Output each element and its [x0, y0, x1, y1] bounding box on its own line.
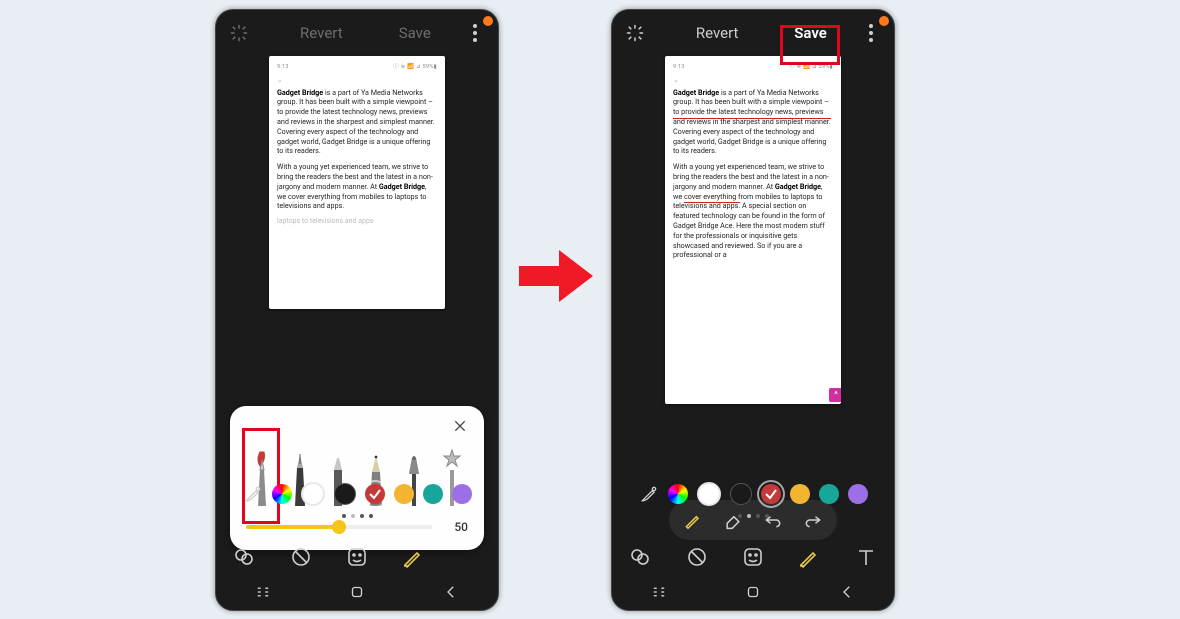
- color-rainbow[interactable]: [272, 484, 292, 504]
- doc-paragraph-2: With a young yet experienced team, we st…: [673, 162, 833, 260]
- brush-size-value: 50: [442, 520, 468, 534]
- revert-button[interactable]: Revert: [290, 18, 353, 48]
- eyedropper-icon[interactable]: [639, 484, 659, 504]
- color-red[interactable]: [365, 484, 385, 504]
- home-button[interactable]: [348, 583, 366, 601]
- chevron-down-icon: ⌄: [673, 76, 833, 86]
- color-black[interactable]: [730, 483, 752, 505]
- text-icon[interactable]: [854, 545, 878, 569]
- loading-spinner-icon: [620, 18, 650, 48]
- document-preview: 9:13 ⓘ ≋ 📶 ⊿ 59%▮ ⌄ Gadget Bridge is a pa…: [269, 56, 445, 309]
- notification-badge: [482, 15, 494, 27]
- doc-paragraph-1: Gadget Bridge is a part of Ya Media Netw…: [673, 88, 833, 157]
- draw-icon[interactable]: [797, 545, 821, 569]
- phone-right: Revert Save 9:13ⓘ ≋ 📶 ⊿ 59%▮ ⌄ Gadget Br…: [611, 9, 895, 611]
- page-indicator: [216, 514, 498, 518]
- more-options-button[interactable]: [460, 18, 490, 48]
- status-time: 9:13: [673, 63, 685, 73]
- scroll-top-button[interactable]: ^: [829, 388, 841, 402]
- save-button[interactable]: Save: [389, 18, 441, 48]
- editor-bottom-nav: [216, 540, 498, 574]
- draw-icon[interactable]: [401, 545, 425, 569]
- color-teal[interactable]: [423, 484, 443, 504]
- status-time: 9:13: [277, 63, 289, 73]
- color-palette: [216, 482, 498, 506]
- recents-button[interactable]: [254, 583, 272, 601]
- android-nav-bar: [216, 578, 498, 606]
- android-nav-bar: [612, 578, 894, 606]
- filter-icon[interactable]: [289, 545, 313, 569]
- status-right: ⓘ ≋ 📶 ⊿ 59%▮: [393, 63, 437, 73]
- arrow-icon: [519, 248, 593, 304]
- eraser-tool[interactable]: [719, 506, 747, 534]
- color-red[interactable]: [761, 484, 781, 504]
- document-preview: 9:13ⓘ ≋ 📶 ⊿ 59%▮ ⌄ Gadget Bridge is a pa…: [665, 56, 841, 404]
- notification-badge: [878, 15, 890, 27]
- highlight-box-save: [780, 25, 840, 65]
- pencil-tool[interactable]: [679, 506, 707, 534]
- doc-paragraph-2: With a young yet experienced team, we st…: [277, 162, 437, 211]
- screenshot-canvas: { "topbar": { "revert_label": "Revert", …: [0, 0, 1180, 619]
- sticker-icon[interactable]: [345, 545, 369, 569]
- more-options-button[interactable]: [856, 18, 886, 48]
- layers-icon[interactable]: [628, 545, 652, 569]
- editor-canvas[interactable]: 9:13ⓘ ≋ 📶 ⊿ 59%▮ ⌄ Gadget Bridge is a pa…: [612, 56, 894, 456]
- color-white[interactable]: [301, 482, 325, 506]
- loading-spinner-icon: [224, 18, 254, 48]
- highlight-box-pen: [242, 428, 280, 524]
- color-black[interactable]: [334, 483, 356, 505]
- color-white[interactable]: [697, 482, 721, 506]
- color-palette: [612, 482, 894, 506]
- back-button[interactable]: [838, 583, 856, 601]
- back-button[interactable]: [442, 583, 460, 601]
- editor-canvas[interactable]: 9:13 ⓘ ≋ 📶 ⊿ 59%▮ ⌄ Gadget Bridge is a pa…: [216, 56, 498, 456]
- color-teal[interactable]: [819, 484, 839, 504]
- brush-picker-popup: 50: [230, 406, 484, 550]
- color-yellow[interactable]: [394, 484, 414, 504]
- color-purple[interactable]: [452, 484, 472, 504]
- editor-topbar: Revert Save: [612, 10, 894, 56]
- close-popup-button[interactable]: [450, 416, 470, 436]
- color-rainbow[interactable]: [668, 484, 688, 504]
- eyedropper-icon[interactable]: [243, 484, 263, 504]
- undo-button[interactable]: [759, 506, 787, 534]
- editor-topbar: Revert Save: [216, 10, 498, 56]
- home-button[interactable]: [744, 583, 762, 601]
- doc-fade-line: laptops to televisions and apps: [277, 217, 437, 227]
- doc-paragraph-1: Gadget Bridge is a part of Ya Media Netw…: [277, 88, 437, 157]
- draw-toolbar: [612, 500, 894, 540]
- phone-left: Revert Save 9:13 ⓘ ≋ 📶 ⊿ 59%▮ ⌄ Gadget Br…: [215, 9, 499, 611]
- page-indicator: [612, 514, 894, 518]
- filter-icon[interactable]: [685, 545, 709, 569]
- recents-button[interactable]: [650, 583, 668, 601]
- layers-icon[interactable]: [232, 545, 256, 569]
- redo-button[interactable]: [799, 506, 827, 534]
- slider-knob[interactable]: [332, 520, 346, 534]
- color-yellow[interactable]: [790, 484, 810, 504]
- color-purple[interactable]: [848, 484, 868, 504]
- sticker-icon[interactable]: [741, 545, 765, 569]
- editor-bottom-nav: [612, 540, 894, 574]
- chevron-down-icon: ⌄: [277, 76, 437, 86]
- revert-button[interactable]: Revert: [686, 18, 749, 48]
